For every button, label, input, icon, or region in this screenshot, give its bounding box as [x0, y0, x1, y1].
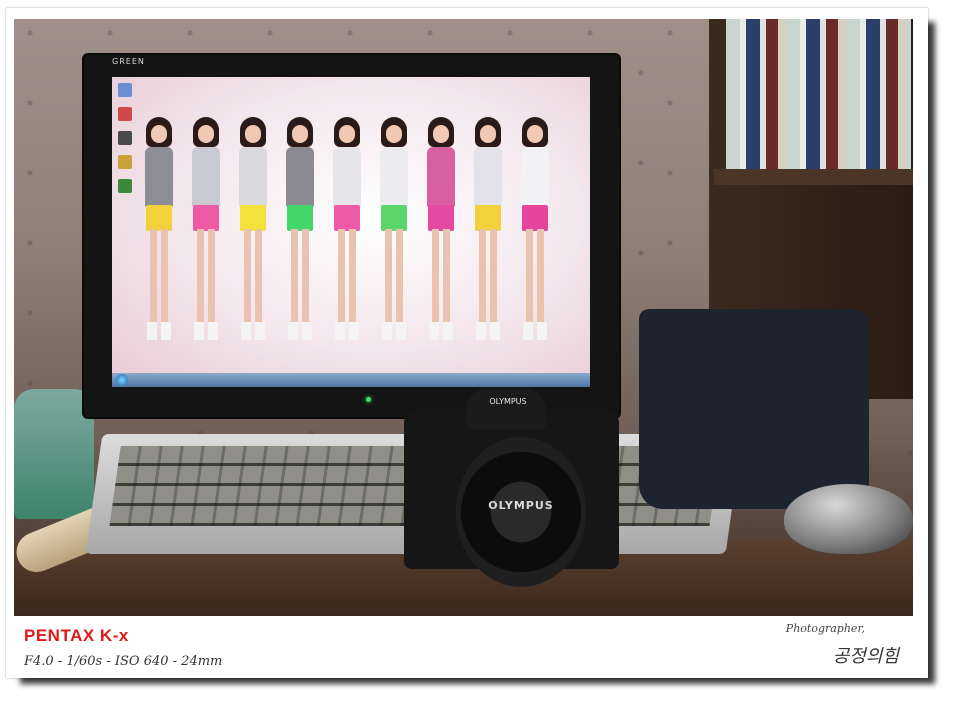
figure-shorts	[240, 205, 266, 231]
figure-top	[474, 147, 502, 207]
camera-top-brand: OLYMPUS	[489, 397, 527, 406]
figure-legs	[526, 229, 544, 329]
desktop-icon	[118, 107, 132, 121]
figure-shorts	[475, 205, 501, 231]
figure-shorts	[193, 205, 219, 231]
monitor: GREEN	[84, 55, 619, 417]
figure-face	[480, 125, 496, 143]
wallpaper-figure	[377, 117, 411, 367]
figure-boots	[288, 322, 312, 340]
taskbar	[112, 373, 590, 387]
wallpaper-figure	[189, 117, 223, 367]
figure-shorts	[428, 205, 454, 231]
wallpaper-figure	[236, 117, 270, 367]
wallpaper-figure	[518, 117, 552, 367]
figure-boots	[382, 322, 406, 340]
desktop-icon	[118, 155, 132, 169]
figure-boots	[147, 322, 171, 340]
exif-info: F4.0 - 1/60s - ISO 640 - 24mm	[24, 654, 223, 669]
bag	[639, 309, 869, 509]
desktop-icons	[118, 83, 134, 203]
camera-lens: OLYMPUS	[456, 437, 586, 587]
figure-boots	[335, 322, 359, 340]
figure-top	[239, 147, 267, 207]
photographer-label: Photographer,	[785, 622, 865, 635]
books	[726, 19, 911, 169]
desktop-icon	[118, 83, 132, 97]
figure-legs	[432, 229, 450, 329]
figure-top	[192, 147, 220, 207]
figure-face	[151, 125, 167, 143]
figure-face	[433, 125, 449, 143]
figure-face	[339, 125, 355, 143]
desktop-icon	[118, 179, 132, 193]
figure-face	[245, 125, 261, 143]
figure-boots	[476, 322, 500, 340]
toy-object	[14, 389, 94, 519]
shelf-board	[714, 169, 913, 185]
figure-legs	[338, 229, 356, 329]
wallpaper-figure	[330, 117, 364, 367]
figure-face	[527, 125, 543, 143]
mouse	[784, 484, 913, 554]
figure-legs	[244, 229, 262, 329]
figure-top	[427, 147, 455, 207]
camera-prism-hump	[466, 389, 546, 429]
desktop-screen	[112, 77, 590, 387]
wallpaper-figure	[471, 117, 505, 367]
figure-top	[380, 147, 408, 207]
figure-shorts	[522, 205, 548, 231]
figure-top	[521, 147, 549, 207]
figure-top	[286, 147, 314, 207]
camera-model: PENTAX K-x	[24, 626, 129, 645]
monitor-brand-label: GREEN	[112, 57, 145, 66]
figure-top	[333, 147, 361, 207]
lens-brand: OLYMPUS	[488, 499, 554, 512]
wallpaper-figure	[142, 117, 176, 367]
figure-legs	[150, 229, 168, 329]
figure-face	[292, 125, 308, 143]
figure-boots	[241, 322, 265, 340]
figure-shorts	[381, 205, 407, 231]
photograph: GREEN OLYMPUS OLYMPUS	[14, 19, 913, 616]
figure-top	[145, 147, 173, 207]
figure-boots	[194, 322, 218, 340]
start-button-icon	[116, 374, 128, 386]
power-led-icon	[366, 397, 371, 402]
figure-shorts	[334, 205, 360, 231]
camera: OLYMPUS OLYMPUS	[404, 389, 619, 587]
caption-footer: PENTAX K-x F4.0 - 1/60s - ISO 640 - 24mm…	[14, 616, 913, 676]
figure-face	[386, 125, 402, 143]
photographer-signature: 공정의힘	[832, 646, 899, 667]
figure-legs	[291, 229, 309, 329]
figure-face	[198, 125, 214, 143]
figure-legs	[197, 229, 215, 329]
wallpaper-figure	[283, 117, 317, 367]
figure-legs	[385, 229, 403, 329]
figure-shorts	[287, 205, 313, 231]
figure-boots	[429, 322, 453, 340]
desktop-icon	[118, 131, 132, 145]
figure-boots	[523, 322, 547, 340]
wallpaper-figure	[424, 117, 458, 367]
figure-shorts	[146, 205, 172, 231]
figure-legs	[479, 229, 497, 329]
